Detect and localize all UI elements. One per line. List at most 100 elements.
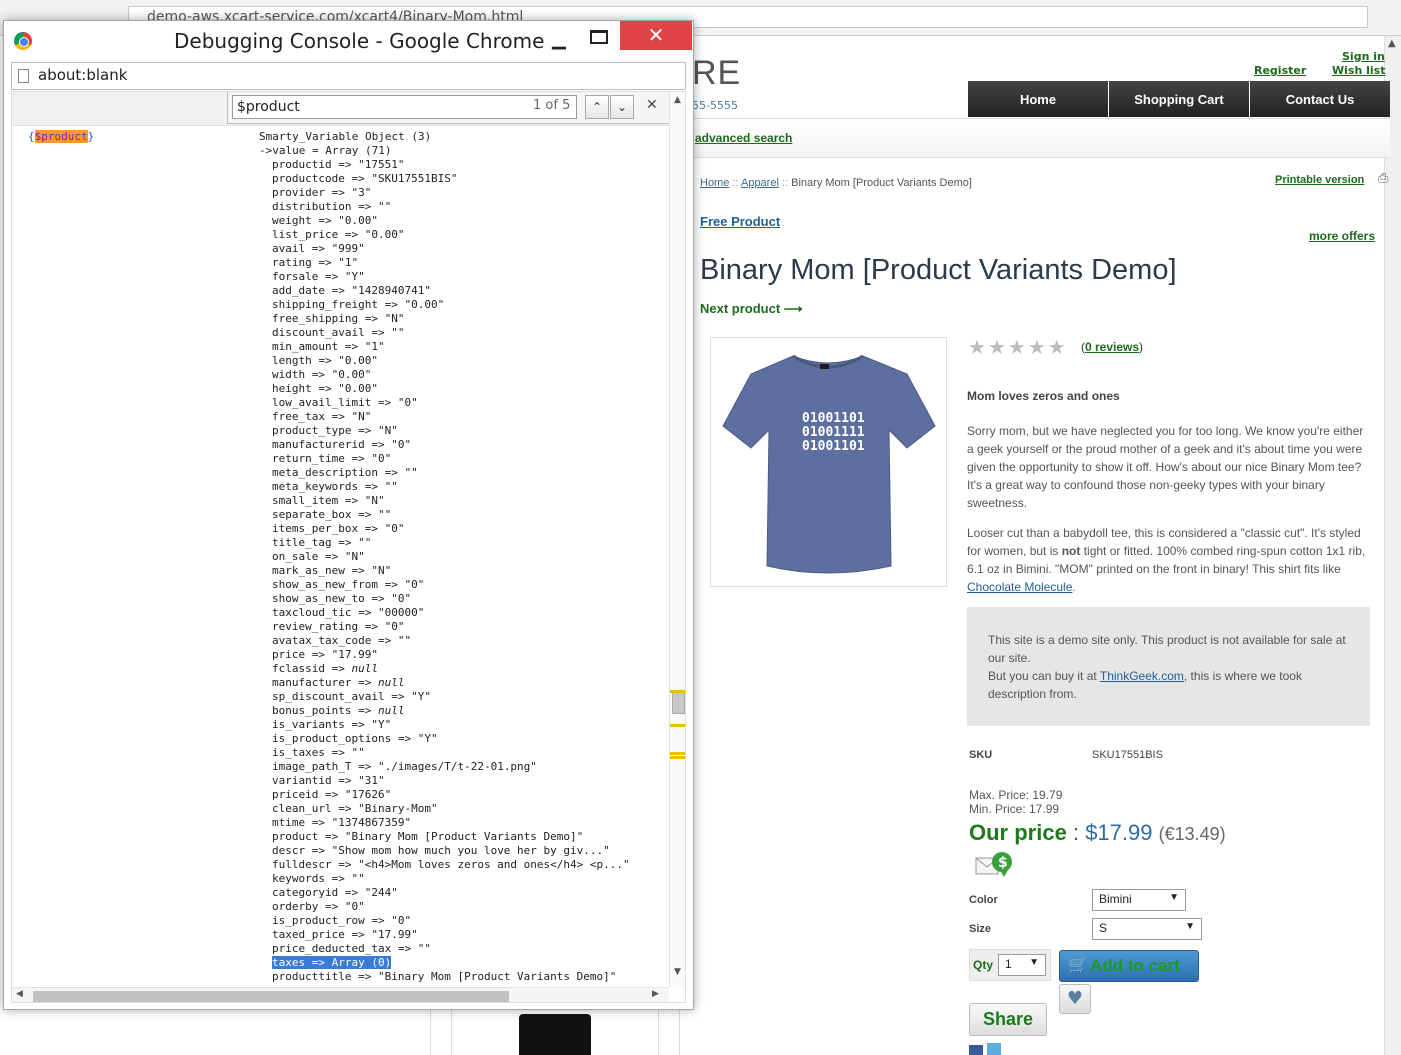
dump-arrow: => <box>311 242 325 255</box>
scroll-thumb[interactable] <box>33 991 509 1002</box>
scroll-up-arrow-icon[interactable]: ▲ <box>1388 38 1396 49</box>
dump-row: mark_as_new => "N" <box>272 564 630 578</box>
star-icon[interactable]: ★ <box>968 337 986 357</box>
dump-key: low_avail_limit <box>272 396 372 409</box>
minimize-icon[interactable]: ▁ <box>552 29 566 50</box>
breadcrumb-apparel[interactable]: Apparel <box>741 177 779 189</box>
dump-arrow: => <box>351 564 365 577</box>
scroll-up-arrow-icon[interactable]: ▲ <box>674 95 681 105</box>
scroll-down-arrow-icon[interactable]: ▼ <box>674 967 681 977</box>
dump-value: null <box>351 662 378 675</box>
dump-value: "" <box>417 942 431 955</box>
find-match-marker <box>670 756 685 759</box>
page-scrollbar[interactable]: ▲ <box>1384 36 1401 1055</box>
dump-arrow: => <box>351 172 365 185</box>
dump-key: taxcloud_tic <box>272 606 352 619</box>
reviews-link[interactable]: 0 reviews <box>1085 340 1139 354</box>
dump-row-text: producttitle => "Binary Mom [Product Var… <box>272 970 616 983</box>
dump-arrow: => <box>324 550 339 563</box>
dump-row: descr => "Show mom how much you love her… <box>272 844 630 858</box>
dump-value: "0" <box>384 620 405 633</box>
thinkgeek-link[interactable]: ThinkGeek.com <box>1100 669 1184 683</box>
dump-key: manufacturer <box>272 676 352 689</box>
dump-row: productid => "17551" <box>272 158 630 172</box>
dump-row: taxcloud_tic => "00000" <box>272 606 630 620</box>
dump-value: "0.00" <box>404 298 445 311</box>
find-next-button[interactable]: ⌄ <box>610 95 634 119</box>
dump-value: "31" <box>358 774 385 787</box>
social-icons[interactable] <box>969 1042 1009 1055</box>
dump-row: product_type => "N" <box>272 424 630 438</box>
dump-row-text: small_item => "N" <box>272 494 385 507</box>
find-previous-button[interactable]: ⌃ <box>585 95 609 119</box>
share-button[interactable]: Share <box>969 1003 1047 1036</box>
dump-value: "0.00" <box>331 368 372 381</box>
size-select[interactable]: S ▼ <box>1092 918 1202 940</box>
binary-line-3: 01001101 <box>802 439 865 454</box>
dump-row: taxed_price => "17.99" <box>272 928 630 942</box>
store-logo[interactable]: RE <box>692 54 741 93</box>
printer-icon[interactable]: ⎙ <box>1378 171 1388 186</box>
more-offers-link[interactable]: more offers <box>1309 229 1375 243</box>
dump-key: keywords <box>272 872 325 885</box>
register-link[interactable]: Register <box>1254 64 1306 77</box>
find-close-icon[interactable]: ✕ <box>646 97 658 113</box>
menu-home[interactable]: Home <box>968 81 1108 117</box>
add-to-wishlist-button[interactable]: ♥ <box>1059 984 1091 1014</box>
star-icon[interactable]: ★ <box>1048 337 1066 357</box>
dump-row-text: meta_description => "" <box>272 466 418 479</box>
chocolate-molecule-link[interactable]: Chocolate Molecule <box>967 580 1072 594</box>
dump-arrow: => <box>397 942 412 955</box>
breadcrumb-home[interactable]: Home <box>700 177 729 189</box>
dump-row: free_tax => "N" <box>272 410 630 424</box>
vertical-scrollbar[interactable]: ▲ ▼ <box>669 92 685 987</box>
find-input[interactable]: $product <box>232 95 577 119</box>
product-title: Binary Mom [Product Variants Demo] <box>700 254 1177 286</box>
product-thumbnail[interactable] <box>519 1014 591 1055</box>
sign-in-link[interactable]: Sign in <box>1342 50 1385 63</box>
next-product-link[interactable]: Next product ⟶ <box>700 301 802 317</box>
dump-arrow: => <box>344 886 359 899</box>
dump-key: title_tag <box>272 536 332 549</box>
dump-key: list_price <box>272 228 339 241</box>
dump-arrow: => <box>311 816 325 829</box>
dump-key: discount_avail <box>272 326 365 339</box>
advanced-search-link[interactable]: advanced search <box>695 131 792 145</box>
dump-row-text: product_type => "N" <box>272 424 398 437</box>
dump-key: manufacturerid <box>272 438 365 451</box>
address-bar[interactable]: about:blank <box>11 62 686 90</box>
address-text: about:blank <box>38 66 128 84</box>
dump-row: price_deducted_tax => "" <box>272 942 630 956</box>
money-envelope-icon[interactable]: $ <box>975 850 1017 878</box>
product-image[interactable]: 01001101 01001111 01001101 <box>710 337 947 587</box>
dump-arrow: => <box>338 858 352 871</box>
paren-close: ) <box>1139 340 1144 354</box>
star-icon[interactable]: ★ <box>1008 337 1026 357</box>
star-icon[interactable]: ★ <box>988 337 1006 357</box>
qty-select[interactable]: 1 ▼ <box>998 954 1046 976</box>
scroll-thumb[interactable] <box>672 692 685 714</box>
star-icon[interactable]: ★ <box>1028 337 1046 357</box>
free-product-link[interactable]: Free Product <box>700 214 780 229</box>
divider <box>451 1010 452 1055</box>
rating-stars[interactable]: ★ ★ ★ ★ ★ <box>968 337 1066 357</box>
wish-list-link[interactable]: Wish list <box>1332 64 1385 77</box>
binary-line-1: 01001101 <box>802 411 865 426</box>
add-to-cart-button[interactable]: 🛒 Add to cart <box>1059 950 1199 982</box>
menu-shopping-cart[interactable]: Shopping Cart <box>1109 81 1249 117</box>
dump-row: forsale => "Y" <box>272 270 630 284</box>
dump-row-text: items_per_box => "0" <box>272 522 404 535</box>
color-selected-value: Bimini <box>1099 892 1132 906</box>
printable-version-link[interactable]: Printable version <box>1275 174 1364 186</box>
scroll-left-arrow-icon[interactable]: ◀ <box>16 989 23 999</box>
menu-contact-us[interactable]: Contact Us <box>1250 81 1390 117</box>
color-select[interactable]: Bimini ▼ <box>1092 889 1186 911</box>
scroll-right-arrow-icon[interactable]: ▶ <box>652 989 659 999</box>
dump-row-text: is_product_options => "Y" <box>272 732 438 745</box>
window-title-bar[interactable]: Debugging Console - Google Chrome ▁ ✕ <box>4 21 693 61</box>
dump-arrow: => <box>338 158 352 171</box>
maximize-icon[interactable] <box>590 30 608 44</box>
horizontal-scrollbar[interactable]: ◀ ▶ <box>12 987 669 1002</box>
find-count: 1 of 5 <box>533 98 571 113</box>
close-icon[interactable]: ✕ <box>620 21 692 50</box>
